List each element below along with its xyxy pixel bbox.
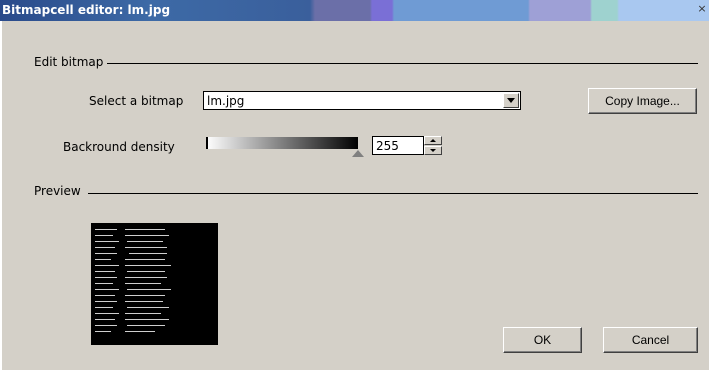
copy-image-button[interactable]: Copy Image... [588,88,697,114]
title-bar[interactable]: Bitmapcell editor: lm.jpg × [0,0,709,21]
window-left-border [0,21,2,370]
slider-min-tick [206,137,208,149]
bitmap-select-value: lm.jpg [207,94,245,108]
edit-bitmap-divider [107,63,698,64]
density-spinner[interactable] [424,136,442,155]
cancel-button[interactable]: Cancel [603,327,698,353]
preview-divider [88,193,698,194]
density-input[interactable]: 255 [372,136,424,155]
density-slider-thumb[interactable] [352,150,364,157]
spin-down-icon[interactable] [424,146,442,155]
density-value: 255 [376,139,399,153]
window-title: Bitmapcell editor: lm.jpg [2,3,171,17]
preview-heading: Preview [34,184,81,198]
spin-up-icon[interactable] [424,136,442,145]
ok-button[interactable]: OK [503,327,582,353]
bitmap-select[interactable]: lm.jpg [203,91,521,110]
select-bitmap-label: Select a bitmap [89,94,184,108]
background-density-label: Backround density [63,140,175,154]
bitmap-preview-image [91,223,218,345]
density-slider[interactable] [206,137,358,149]
edit-bitmap-heading: Edit bitmap [34,55,104,69]
close-icon[interactable]: × [696,3,708,15]
chevron-down-icon[interactable] [503,93,519,108]
